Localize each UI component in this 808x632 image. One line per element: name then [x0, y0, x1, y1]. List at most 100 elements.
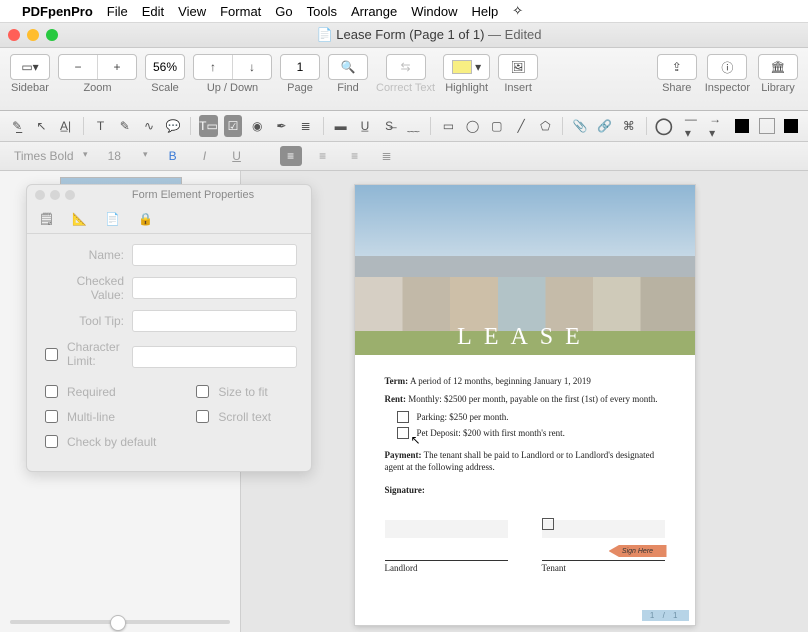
panel-tab-lock-icon[interactable]: 🔒 [138, 212, 153, 226]
panel-tab-properties-icon[interactable]: 🗒 [39, 212, 54, 226]
font-size-dropdown[interactable]: 18 [102, 147, 152, 165]
rent-label: Rent: [385, 394, 407, 404]
pet-deposit-checkbox[interactable] [397, 427, 409, 439]
inspector-button[interactable]: ⓘ [708, 55, 746, 79]
char-limit-checkbox[interactable] [45, 348, 58, 361]
tenant-sig-checkbox[interactable] [542, 518, 554, 530]
check-by-default-checkbox[interactable] [45, 435, 58, 448]
char-limit-input[interactable] [132, 346, 297, 368]
form-properties-panel[interactable]: Form Element Properties 🗒 📐 📄 🔒 Name: Ch… [26, 184, 312, 472]
endpoint-style-dropdown[interactable]: → ▾ [709, 115, 727, 137]
correct-text-button[interactable]: ⇆ [387, 55, 425, 79]
underline-tool[interactable]: U̲ [356, 115, 374, 137]
align-left-button[interactable]: ≡ [280, 146, 302, 166]
line-tool[interactable]: ╱ [512, 115, 530, 137]
comment-tool[interactable]: 💬 [164, 115, 182, 137]
fullscreen-button[interactable] [46, 29, 58, 41]
url-tool[interactable]: ⌘ [620, 115, 638, 137]
find-button[interactable]: 🔍 [329, 55, 367, 79]
highlight-button[interactable]: ▾ [444, 55, 489, 79]
size-to-fit-checkbox[interactable] [196, 385, 209, 398]
ellipse-tool[interactable]: ◯ [463, 115, 481, 137]
panel-tab-alignment-icon[interactable]: 📐 [72, 212, 87, 226]
page-down-button[interactable]: ↓ [233, 55, 271, 79]
select-text-tool[interactable]: A̲| [56, 115, 74, 137]
highlight-tool[interactable]: ▬ [332, 115, 350, 137]
form-text-field-tool[interactable]: T▭ [199, 115, 218, 137]
zoom-out-button[interactable]: − [59, 55, 98, 79]
menu-format[interactable]: Format [220, 4, 261, 19]
tb-correct-group: ⇆ Correct Text [376, 54, 435, 94]
line-style-dropdown[interactable]: — ▾ [685, 115, 703, 137]
close-button[interactable] [8, 29, 20, 41]
multiline-checkbox[interactable] [45, 410, 58, 423]
freeform-tool[interactable]: ∿ [140, 115, 158, 137]
panel-tab-document-icon[interactable]: 📄 [105, 212, 120, 226]
bold-button[interactable]: B [162, 146, 184, 166]
form-signature-tool[interactable]: ✒ [272, 115, 290, 137]
font-family-dropdown[interactable]: Times Bold [8, 147, 92, 165]
align-justify-button[interactable]: ≣ [376, 146, 398, 166]
form-checkbox-tool[interactable]: ☑ [224, 115, 242, 137]
form-radio-tool[interactable]: ◉ [248, 115, 266, 137]
rectangle-tool[interactable]: ▭ [439, 115, 457, 137]
minimize-button[interactable] [27, 29, 39, 41]
scribble-tool[interactable]: ✎ [116, 115, 134, 137]
tool-tip-label: Tool Tip: [41, 314, 132, 328]
menu-tools[interactable]: Tools [307, 4, 337, 19]
canvas-area[interactable]: LEASE Term: A period of 12 months, begin… [241, 171, 808, 632]
strikeout-tool[interactable]: S̶ [380, 115, 398, 137]
panel-titlebar[interactable]: Form Element Properties [27, 185, 311, 205]
share-button[interactable]: ⇪ [658, 55, 696, 79]
menu-help[interactable]: Help [471, 4, 498, 19]
insert-button[interactable]: 🖼 [499, 55, 537, 79]
select-tool[interactable]: ↖ [32, 115, 50, 137]
page-up-button[interactable]: ↑ [194, 55, 233, 79]
underline-button[interactable]: U [226, 146, 248, 166]
name-input[interactable] [132, 244, 297, 266]
scroll-text-checkbox[interactable] [196, 410, 209, 423]
squiggle-tool[interactable]: ﹏ [404, 115, 422, 137]
tool-tip-input[interactable] [132, 310, 297, 332]
align-right-button[interactable]: ≡ [344, 146, 366, 166]
menu-edit[interactable]: Edit [142, 4, 164, 19]
tb-share-group: ⇪ Share [657, 54, 697, 94]
menu-window[interactable]: Window [411, 4, 457, 19]
menu-extra-icon[interactable]: ✧ [512, 3, 523, 19]
parking-checkbox[interactable] [397, 411, 409, 423]
library-button[interactable]: 🏛 [759, 55, 797, 79]
align-center-button[interactable]: ≡ [312, 146, 334, 166]
zoom-value-field[interactable] [146, 55, 184, 79]
menu-go[interactable]: Go [275, 4, 292, 19]
menu-file[interactable]: File [107, 4, 128, 19]
landlord-signature-field[interactable] [385, 520, 508, 538]
document-status: — [488, 27, 505, 42]
stroke-color[interactable] [733, 115, 751, 137]
slider-knob[interactable] [110, 615, 126, 631]
app-menu[interactable]: PDFpenPro [22, 4, 93, 19]
rounded-rect-tool[interactable]: ▢ [488, 115, 506, 137]
thumbnail-zoom-slider[interactable] [10, 620, 230, 624]
link-tool[interactable]: 🔗 [595, 115, 613, 137]
stroke-circle-icon[interactable]: ◯ [655, 115, 673, 137]
menu-arrange[interactable]: Arrange [351, 4, 397, 19]
sidebar-toggle-button[interactable]: ▭▾ [11, 55, 49, 79]
page-number-field[interactable] [281, 55, 319, 79]
text-color[interactable] [782, 115, 800, 137]
textbox-tool[interactable]: T [91, 115, 109, 137]
sign-here-tag[interactable]: Sign Here [609, 545, 667, 557]
italic-button[interactable]: I [194, 146, 216, 166]
tb-insert-group: 🖼 Insert [498, 54, 538, 94]
menu-view[interactable]: View [178, 4, 206, 19]
zoom-in-button[interactable]: + [98, 55, 136, 79]
form-list-tool[interactable]: ≣ [297, 115, 315, 137]
fill-color[interactable] [758, 115, 776, 137]
required-checkbox[interactable] [45, 385, 58, 398]
polygon-tool[interactable]: ⬠ [536, 115, 554, 137]
attachment-tool[interactable]: 📎 [571, 115, 589, 137]
edit-tool[interactable]: ✎̲ [8, 115, 26, 137]
checked-value-input[interactable] [132, 277, 297, 299]
page-view[interactable]: LEASE Term: A period of 12 months, begin… [355, 185, 695, 625]
tenant-signature-field[interactable] [542, 520, 665, 538]
tb-inspector-group: ⓘ Inspector [705, 54, 750, 94]
